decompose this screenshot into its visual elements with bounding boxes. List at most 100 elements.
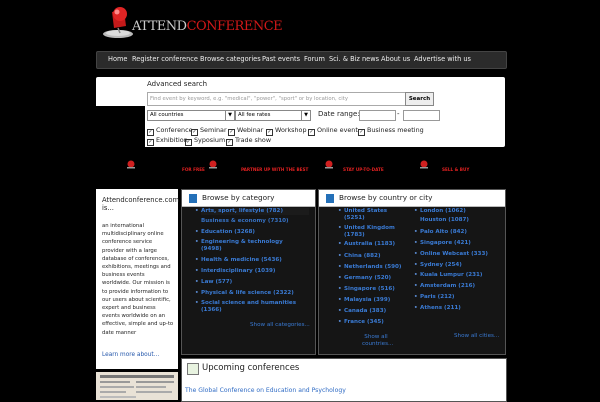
about-text: an international multidisciplinary onlin… (102, 223, 174, 336)
category-item[interactable]: Law (577) (195, 279, 301, 286)
checkmark-icon: ✓ (358, 129, 365, 136)
city-item[interactable]: Palo Alto (842) (414, 229, 500, 236)
nav-advertise[interactable]: Advertise with us (414, 55, 471, 63)
city-item[interactable]: Online Webcast (333) (414, 251, 504, 258)
country-item[interactable]: Netherlands (590) (338, 264, 408, 271)
panel-header: Browse by category (182, 190, 315, 207)
country-item[interactable]: Australia (1183) (338, 241, 404, 248)
newspaper-thumbnail[interactable] (96, 372, 178, 400)
calendar-icon (187, 363, 199, 375)
country-item[interactable]: China (882) (338, 253, 404, 260)
country-item[interactable]: United Kingdom (1783) (338, 225, 402, 239)
checkmark-icon: ✓ (228, 129, 235, 136)
city-item[interactable]: Kuala Lumpur (231) (414, 272, 504, 279)
about-box: Attendconference.com is... an internatio… (96, 189, 180, 369)
date-from-input[interactable] (359, 110, 396, 121)
panel-header: Browse by country or city (319, 190, 505, 207)
about-title: Attendconference.com is... (102, 196, 180, 212)
upcoming-conference-link[interactable]: The Global Conference on Education and P… (185, 387, 346, 394)
banner-partner-up[interactable]: PARTNER UP WITH THE BEST (241, 167, 308, 172)
category-item[interactable]: Education (3268) (195, 229, 301, 236)
book-icon (189, 194, 197, 203)
checkmark-icon: ✓ (147, 129, 154, 136)
feature-banner: FOR FREE PARTNER UP WITH THE BEST STAY U… (96, 158, 505, 180)
country-item[interactable]: France (345) (338, 319, 404, 326)
pushpin-icon (209, 160, 217, 169)
advanced-search-title: Advanced search (147, 80, 208, 88)
logo-wordmark: ATTENDCONFERENCE (132, 19, 283, 34)
fee-rate-select[interactable]: All fee rates ▼ (235, 110, 311, 121)
country-item[interactable]: Singapore (516) (338, 286, 404, 293)
banner-for-free[interactable]: FOR FREE (182, 167, 205, 172)
checkbox-workshop[interactable]: ✓ Workshop (266, 126, 307, 136)
category-item[interactable]: Arts, sport, lifestyle (782) (195, 208, 309, 215)
category-panel-title: Browse by category (202, 193, 275, 202)
city-item[interactable]: Amsterdam (216) (414, 283, 500, 290)
checkmark-icon: ✓ (191, 129, 198, 136)
country-item[interactable]: Canada (383) (338, 308, 404, 315)
chevron-down-icon: ▼ (301, 111, 310, 120)
checkmark-icon: ✓ (147, 139, 154, 146)
book-icon (326, 194, 334, 203)
date-range-dash: - (397, 110, 400, 118)
main-nav: Home Register conference Browse categori… (96, 51, 507, 69)
city-item[interactable]: Paris (212) (414, 294, 500, 301)
city-item[interactable]: Sydney (254) (414, 262, 500, 269)
advanced-search-panel: Advanced search Find event by keyword, e… (96, 77, 505, 147)
checkbox-syposium[interactable]: ✓ Syposium (185, 136, 225, 146)
country-panel-title: Browse by country or city (339, 193, 433, 202)
category-item[interactable]: Interdisciplinary (1039) (195, 268, 301, 275)
nav-forum[interactable]: Forum (304, 55, 325, 63)
keyword-search-input[interactable]: Find event by keyword, e.g. "medical", "… (147, 92, 406, 106)
banner-sell-buy[interactable]: SELL & BUY (442, 167, 469, 172)
upcoming-conferences-panel: Upcoming conferences (181, 358, 507, 402)
nav-about-us[interactable]: About us (381, 55, 410, 63)
show-all-cities-link[interactable]: Show all cities... (454, 333, 499, 339)
show-all-countries-link[interactable]: Show all countries... (362, 334, 393, 348)
category-item[interactable]: Business & economy (7310) (201, 218, 301, 224)
site-logo[interactable]: ATTENDCONFERENCE (96, 2, 283, 42)
city-item[interactable]: Athens (211) (414, 305, 500, 312)
search-button[interactable]: Search (405, 92, 434, 106)
nav-register-conference[interactable]: Register conference (132, 55, 198, 63)
checkbox-webinar[interactable]: ✓ Webinar (228, 126, 263, 136)
banner-stay-up-to-date[interactable]: STAY UP-TO-DATE (343, 167, 384, 172)
checkmark-icon: ✓ (308, 129, 315, 136)
city-item[interactable]: Singapore (421) (414, 240, 500, 247)
country-item[interactable]: Germany (520) (338, 275, 404, 282)
category-item[interactable]: Physical & life science (2322) (195, 290, 309, 297)
checkmark-icon: ✓ (185, 139, 192, 146)
city-item[interactable]: Houston (1087) (420, 217, 500, 223)
country-item[interactable]: Malaysia (399) (338, 297, 404, 304)
checkbox-trade-show[interactable]: ✓ Trade show (226, 136, 271, 146)
checkbox-conference[interactable]: ✓ Conference (147, 126, 193, 136)
checkmark-icon: ✓ (266, 129, 273, 136)
show-all-categories-link[interactable]: Show all categories... (250, 322, 310, 328)
category-item[interactable]: Health & medicine (5436) (195, 257, 301, 264)
learn-more-link[interactable]: Learn more about... (102, 352, 159, 358)
checkbox-seminar[interactable]: ✓ Seminar (191, 126, 227, 136)
nav-sci-biz-news[interactable]: Sci. & Biz news (329, 55, 379, 63)
date-to-input[interactable] (403, 110, 440, 121)
nav-home[interactable]: Home (108, 55, 127, 63)
category-item[interactable]: Engineering & technology (9498) (195, 239, 301, 253)
chevron-down-icon: ▼ (225, 111, 234, 120)
nav-past-events[interactable]: Past events (262, 55, 300, 63)
date-range-label: Date range: (318, 110, 360, 118)
city-item[interactable]: London (1062) (414, 208, 500, 215)
pushpin-logo-icon (103, 7, 133, 38)
category-item[interactable]: Social science and humanities (1366) (195, 300, 305, 314)
browse-by-country-panel: Browse by country or city United States … (318, 189, 506, 355)
checkbox-online-event[interactable]: ✓ Online event (308, 126, 358, 136)
country-item[interactable]: United States (5251) (338, 208, 396, 222)
country-select[interactable]: All countries ▼ (147, 110, 235, 121)
checkbox-business-meeting[interactable]: ✓ Business meeting (358, 126, 424, 136)
checkmark-icon: ✓ (226, 139, 233, 146)
checkbox-exhibition[interactable]: ✓ Exhibition (147, 136, 188, 146)
newspaper-image (96, 372, 178, 400)
search-side-block (96, 106, 145, 147)
pushpin-icon (127, 160, 135, 169)
pushpin-icon (420, 160, 428, 169)
pushpin-icon (325, 160, 333, 169)
nav-browse-categories[interactable]: Browse categories (200, 55, 261, 63)
